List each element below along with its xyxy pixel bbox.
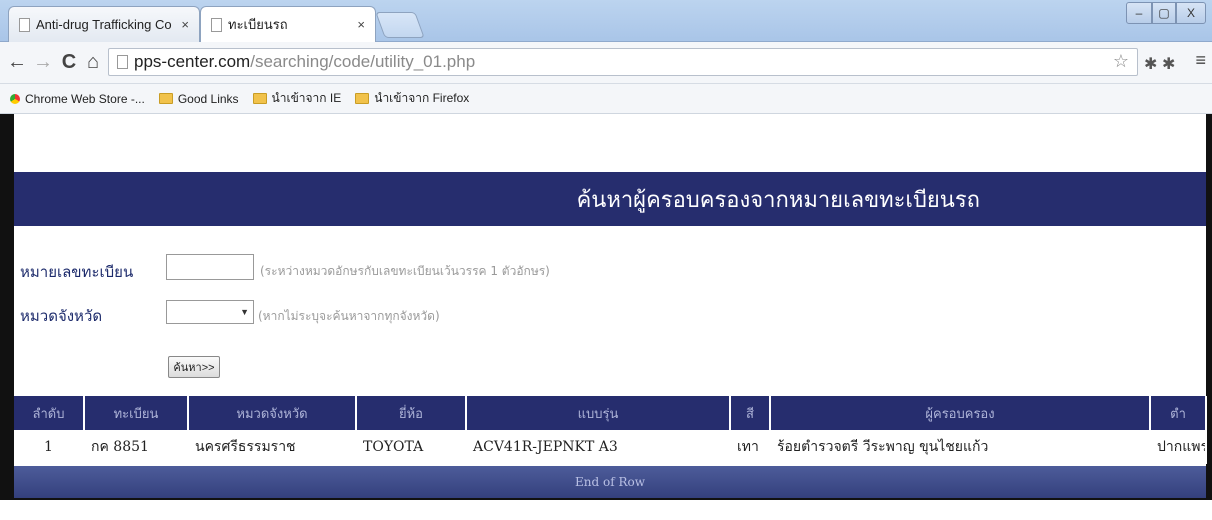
table-row: 1 กค 8851 นครศรีธรรมราช TOYOTA ACV41R-JE…	[14, 430, 1207, 464]
cell-order: 1	[14, 430, 85, 464]
end-of-row-footer: End of Row	[14, 466, 1206, 498]
page-icon	[211, 17, 222, 32]
bookmark-import-ie[interactable]: นำเข้าจาก IE	[252, 89, 342, 108]
col-header-province: หมวดจังหวัด	[188, 396, 357, 430]
bookmarks-bar: Chrome Web Store -... Good Links นำเข้าจ…	[0, 84, 1212, 114]
url-path: /searching/code/utility_01.php	[250, 52, 476, 71]
bookmark-label: Chrome Web Store -...	[25, 91, 145, 106]
tab-label: Anti-drug Trafficking Co	[36, 17, 172, 32]
page-content: ค้นหาผู้ครอบครองจากหมายเลขทะเบียนรถ หมาย…	[0, 114, 1212, 520]
tab-registration[interactable]: ทะเบียนรถ ×	[200, 6, 376, 42]
cell-location: ปากแพร	[1150, 430, 1207, 464]
extension-icon[interactable]: ✱	[1144, 54, 1157, 74]
browser-titlebar: Anti-drug Trafficking Co × ทะเบียนรถ × –…	[0, 0, 1212, 42]
province-hint: (หากไม่ระบุจะค้นหาจากทุกจังหวัด)	[258, 309, 440, 323]
bookmark-chrome-web-store[interactable]: Chrome Web Store -...	[10, 92, 145, 106]
col-header-order: ลำดับ	[14, 396, 85, 430]
address-bar[interactable]: pps-center.com /searching/code/utility_0…	[108, 48, 1138, 76]
cell-model: ACV41R-JEPNKT A3	[466, 430, 731, 464]
page-icon	[19, 17, 30, 32]
bookmark-star-icon[interactable]: ☆	[1113, 51, 1129, 72]
table-header-row: ลำดับ ทะเบียน หมวดจังหวัด ยี่ห้อ แบบรุ่น…	[14, 396, 1207, 430]
bookmark-import-firefox[interactable]: นำเข้าจาก Firefox	[355, 89, 469, 108]
col-header-owner: ผู้ครอบครอง	[770, 396, 1151, 430]
bookmark-good-links[interactable]: Good Links	[158, 91, 239, 106]
reload-icon[interactable]: C	[58, 50, 80, 74]
frame-border	[0, 114, 14, 520]
page-banner: ค้นหาผู้ครอบครองจากหมายเลขทะเบียนรถ	[14, 172, 1206, 226]
col-header-brand: ยี่ห้อ	[356, 396, 467, 430]
tab-anti-drug[interactable]: Anti-drug Trafficking Co ×	[8, 6, 200, 42]
page-icon	[117, 55, 128, 69]
dropdown-arrow-icon: ▼	[240, 307, 249, 317]
folder-icon	[355, 93, 370, 104]
menu-icon[interactable]: ≡	[1195, 50, 1206, 71]
close-window-button[interactable]: X	[1176, 2, 1206, 24]
page-title: ค้นหาผู้ครอบครองจากหมายเลขทะเบียนรถ	[576, 187, 980, 213]
minimize-button[interactable]: –	[1126, 2, 1152, 24]
tab-label: ทะเบียนรถ	[228, 17, 288, 32]
maximize-button[interactable]: ▢	[1152, 2, 1176, 24]
cell-owner: ร้อยตำรวจตรี วีระพาญ ขุนไชยแก้ว	[770, 430, 1151, 464]
folder-icon	[252, 93, 267, 104]
col-header-plate: ทะเบียน	[84, 396, 189, 430]
home-icon[interactable]: ⌂	[82, 50, 104, 74]
bookmark-label: นำเข้าจาก Firefox	[374, 91, 470, 105]
search-button[interactable]: ค้นหา>>	[168, 356, 220, 378]
url-host: pps-center.com	[134, 52, 251, 71]
forward-arrow-icon[interactable]: →	[32, 50, 54, 74]
folder-icon	[158, 93, 173, 104]
cell-color: เทา	[730, 430, 771, 464]
browser-toolbar: ← → C ⌂ pps-center.com /searching/code/u…	[0, 42, 1212, 84]
back-arrow-icon[interactable]: ←	[6, 50, 28, 74]
results-table: ลำดับ ทะเบียน หมวดจังหวัด ยี่ห้อ แบบรุ่น…	[14, 396, 1207, 464]
cell-province: นครศรีธรรมราช	[188, 430, 357, 464]
frame-border	[0, 498, 1212, 520]
province-label: หมวดจังหวัด	[20, 307, 103, 325]
chrome-store-icon	[10, 93, 20, 104]
cell-brand: TOYOTA	[356, 430, 467, 464]
plate-number-label: หมายเลขทะเบียน	[20, 263, 134, 281]
province-select[interactable]: ▼	[166, 300, 254, 324]
bookmark-label: Good Links	[177, 91, 239, 106]
new-tab-button[interactable]	[375, 12, 425, 38]
col-header-color: สี	[730, 396, 771, 430]
close-tab-icon[interactable]: ×	[181, 17, 189, 32]
end-of-row-text: End of Row	[575, 475, 645, 489]
cell-plate: กค 8851	[84, 430, 189, 464]
close-tab-icon[interactable]: ×	[357, 17, 365, 32]
col-header-location: ตำ	[1150, 396, 1207, 430]
plate-number-input[interactable]	[166, 254, 254, 280]
plate-hint: (ระหว่างหมวดอักษรกับเลขทะเบียนเว้นวรรค 1…	[260, 264, 550, 278]
extension-icon[interactable]: ✱	[1162, 54, 1175, 74]
bookmark-label: นำเข้าจาก IE	[271, 91, 342, 105]
col-header-model: แบบรุ่น	[466, 396, 731, 430]
